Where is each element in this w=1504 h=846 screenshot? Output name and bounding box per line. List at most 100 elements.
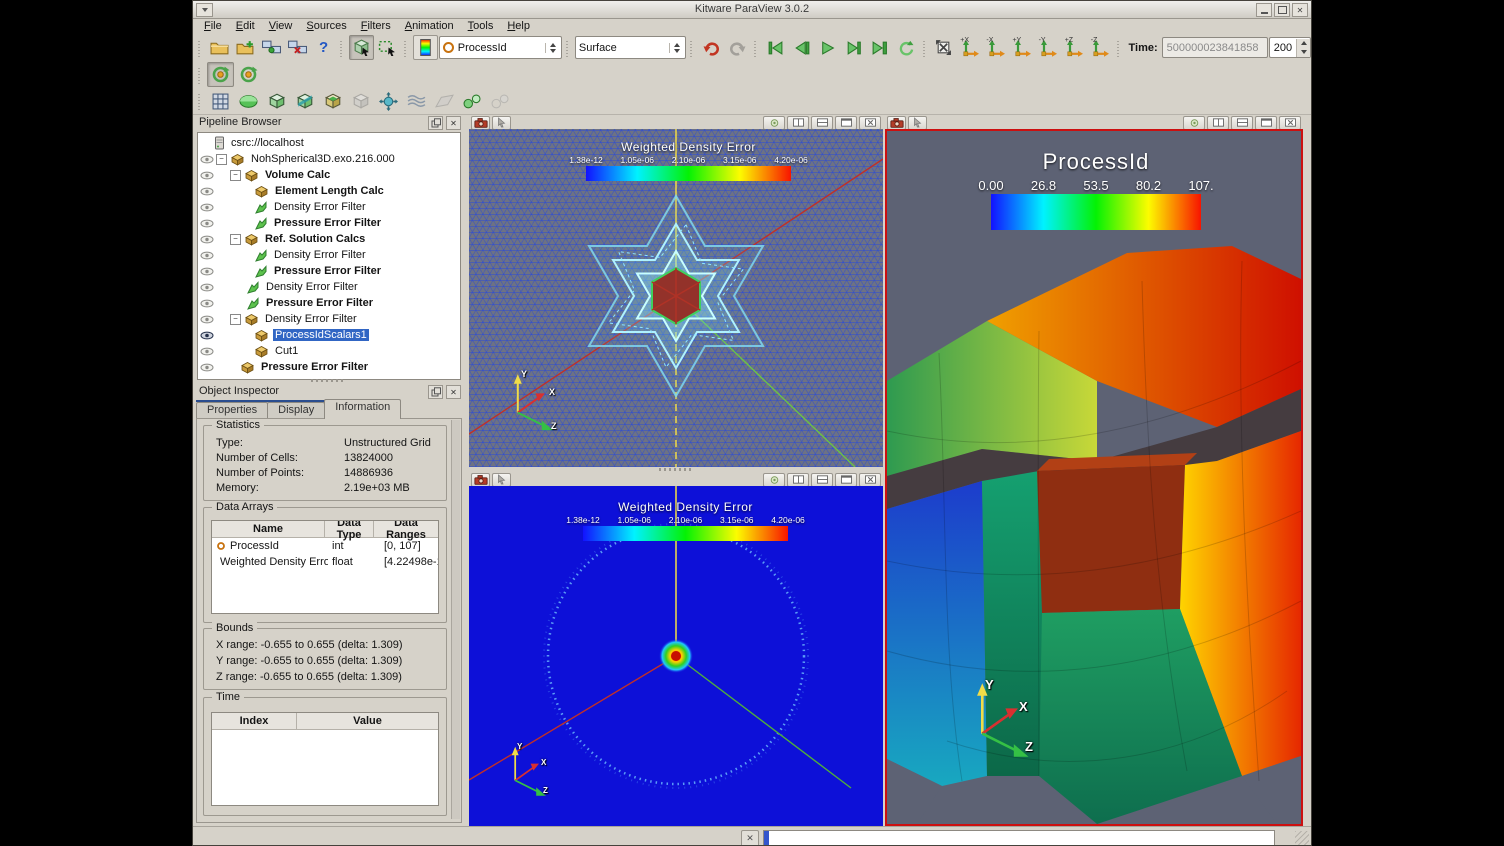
representation-combo[interactable]: Surface — [575, 36, 687, 59]
help-button[interactable]: ? — [311, 35, 336, 60]
dock-splitter[interactable] — [197, 378, 459, 382]
split-horizontal-button[interactable] — [787, 116, 809, 130]
color-by-combo[interactable]: ProcessId — [439, 36, 563, 59]
toolbar-handle[interactable] — [404, 39, 409, 57]
toolbar-handle[interactable] — [754, 39, 759, 57]
toolbar-handle[interactable] — [566, 39, 571, 57]
interact-mode-button[interactable] — [908, 116, 927, 130]
menu-tools[interactable]: Tools — [461, 19, 501, 33]
pipeline-item[interactable]: Element Length Calc — [198, 183, 460, 199]
visibility-eye-icon[interactable] — [198, 219, 216, 228]
column-header[interactable]: Data Type — [325, 521, 374, 537]
reset-camera-button[interactable] — [931, 35, 956, 60]
visibility-eye-icon[interactable] — [198, 251, 216, 260]
split-vertical-button[interactable] — [1231, 116, 1253, 130]
toolbar-handle[interactable] — [690, 39, 695, 57]
visibility-eye-icon[interactable] — [198, 235, 216, 244]
save-data-button[interactable] — [233, 35, 258, 60]
render-view-top[interactable]: Y X Z Weighted Density Error 1.38e-12 1.… — [469, 114, 883, 467]
toolbar-handle[interactable] — [1117, 39, 1122, 57]
pipeline-item[interactable]: Pressure Error Filter — [198, 263, 460, 279]
visibility-eye-icon[interactable] — [198, 363, 216, 372]
visibility-eye-icon[interactable] — [198, 283, 216, 292]
dock-float-button[interactable] — [428, 116, 443, 130]
render-view-bottom[interactable]: Y X Z Weighted Density Error 1.38e-12 1.… — [469, 471, 883, 826]
pipeline-item[interactable]: −Density Error Filter — [198, 311, 460, 327]
extract-level-button[interactable] — [487, 89, 514, 114]
time-field[interactable]: 500000023841858 — [1162, 37, 1268, 58]
pipeline-item[interactable]: Pressure Error Filter — [198, 359, 460, 375]
extract-block-button[interactable] — [347, 89, 374, 114]
toolbar-handle[interactable] — [198, 66, 203, 84]
visibility-eye-icon[interactable] — [198, 331, 216, 340]
last-frame-button[interactable] — [867, 35, 892, 60]
pipeline-item[interactable]: Density Error Filter — [198, 247, 460, 263]
edit-colormap-button[interactable] — [413, 35, 438, 60]
visibility-eye-icon[interactable] — [198, 315, 216, 324]
glyph-button[interactable] — [375, 89, 402, 114]
clip-button[interactable] — [235, 89, 262, 114]
expander-icon[interactable]: − — [230, 234, 241, 245]
group-datasets-button[interactable] — [459, 89, 486, 114]
dock-float-button[interactable] — [428, 385, 443, 399]
render-canvas[interactable]: Y X Z Weighted Density Error 1.38e-12 1.… — [469, 129, 883, 467]
visibility-eye-icon[interactable] — [198, 203, 216, 212]
pipeline-item[interactable]: Cut1 — [198, 343, 460, 359]
pipeline-item[interactable]: Pressure Error Filter — [198, 215, 460, 231]
menu-file[interactable]: File — [197, 19, 229, 33]
time-table[interactable]: Index Value — [211, 712, 439, 806]
threshold-button[interactable] — [291, 89, 318, 114]
column-header[interactable]: Index — [212, 713, 297, 729]
warp-button[interactable] — [431, 89, 458, 114]
column-header[interactable]: Name — [212, 521, 325, 537]
visibility-eye-icon[interactable] — [198, 155, 216, 164]
expander-icon[interactable]: − — [230, 314, 241, 325]
split-vertical-button[interactable] — [811, 116, 833, 130]
lookmark-button[interactable] — [1183, 116, 1205, 130]
expander-icon[interactable]: − — [230, 170, 241, 181]
column-header[interactable]: Value — [297, 713, 438, 729]
menu-animation[interactable]: Animation — [398, 19, 461, 33]
menu-filters[interactable]: Filters — [354, 19, 398, 33]
next-frame-button[interactable] — [841, 35, 866, 60]
visibility-eye-icon[interactable] — [198, 347, 216, 356]
frame-spinbox[interactable]: 200 — [1269, 37, 1311, 58]
close-view-button[interactable] — [1279, 116, 1301, 130]
view-minus-z-button[interactable]: -Z — [1088, 35, 1113, 60]
table-row[interactable]: ProcessId int [0, 107] — [212, 538, 438, 554]
toolbar-handle[interactable] — [198, 92, 203, 110]
spin-buttons[interactable] — [1296, 39, 1310, 57]
object-inspector-title[interactable]: Object Inspector ✕ — [195, 383, 467, 399]
dock-close-button[interactable]: ✕ — [446, 385, 461, 399]
dock-close-button[interactable]: ✕ — [446, 116, 461, 130]
view-plus-x-button[interactable]: +X — [957, 35, 982, 60]
pipeline-item[interactable]: Density Error Filter — [198, 279, 460, 295]
render-view-right[interactable]: Y X Z ProcessId 0.00 26.8 53.5 80.2 107. — [885, 114, 1303, 826]
view-plus-z-button[interactable]: +Z — [1062, 35, 1087, 60]
split-vertical-button[interactable] — [811, 473, 833, 487]
pipeline-item[interactable]: −Volume Calc — [198, 167, 460, 183]
pipeline-item-selected[interactable]: ProcessIdScalars1 — [198, 327, 460, 343]
pick-rotation-center-button[interactable] — [207, 62, 234, 87]
toolbar-handle[interactable] — [340, 39, 345, 57]
menu-view[interactable]: View — [262, 19, 300, 33]
toolbar-handle[interactable] — [923, 39, 928, 57]
camera-button[interactable] — [471, 473, 490, 487]
view-minus-y-button[interactable]: -Y — [1036, 35, 1061, 60]
render-canvas[interactable]: Y X Z Weighted Density Error 1.38e-12 1.… — [469, 486, 883, 826]
minimize-button[interactable] — [1256, 3, 1272, 17]
select-cells-button[interactable] — [349, 35, 374, 60]
expander-icon[interactable]: − — [216, 154, 227, 165]
pipeline-item[interactable]: Density Error Filter — [198, 199, 460, 215]
maximize-view-button[interactable] — [835, 116, 857, 130]
play-button[interactable] — [815, 35, 840, 60]
render-canvas-active[interactable]: Y X Z ProcessId 0.00 26.8 53.5 80.2 107. — [885, 129, 1303, 826]
visibility-eye-icon[interactable] — [198, 187, 216, 196]
slice-button[interactable] — [263, 89, 290, 114]
abort-button[interactable]: ✕ — [741, 830, 759, 846]
split-horizontal-button[interactable] — [787, 473, 809, 487]
maximize-view-button[interactable] — [835, 473, 857, 487]
data-arrays-table[interactable]: Name Data Type Data Ranges ProcessId int… — [211, 520, 439, 614]
inspector-scrollbar[interactable] — [451, 420, 460, 819]
resize-grip[interactable] — [1295, 831, 1309, 845]
